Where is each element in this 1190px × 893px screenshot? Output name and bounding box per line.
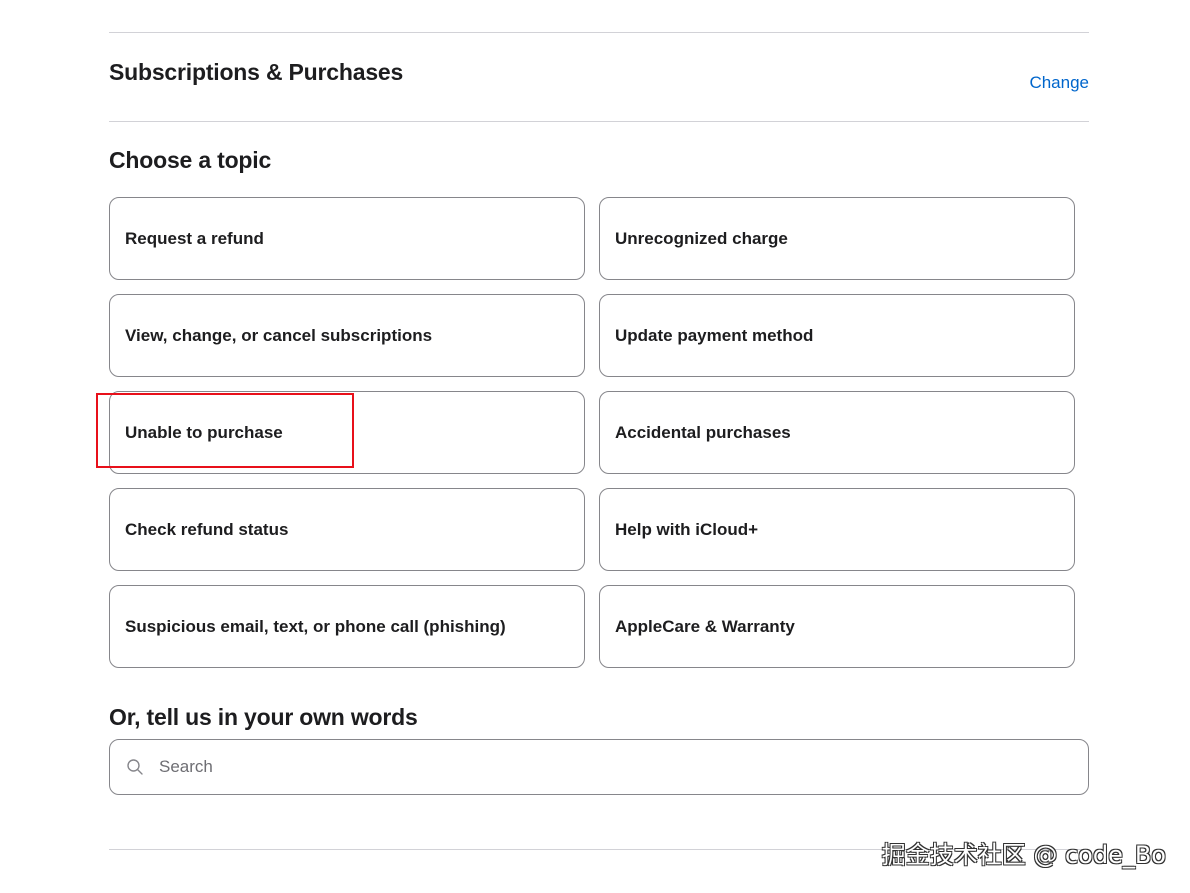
top-divider: [109, 32, 1089, 33]
topic-phishing[interactable]: Suspicious email, text, or phone call (p…: [109, 585, 585, 668]
topic-unable-to-purchase[interactable]: Unable to purchase: [109, 391, 585, 474]
topic-applecare-warranty[interactable]: AppleCare & Warranty: [599, 585, 1075, 668]
topic-request-refund[interactable]: Request a refund: [109, 197, 585, 280]
own-words-title: Or, tell us in your own words: [109, 704, 418, 730]
search-input[interactable]: [159, 757, 1039, 777]
topic-accidental-purchases[interactable]: Accidental purchases: [599, 391, 1075, 474]
section-title-subscriptions: Subscriptions & Purchases: [109, 59, 404, 85]
search-field[interactable]: [109, 739, 1089, 795]
choose-topic-title: Choose a topic: [109, 147, 272, 173]
topic-grid: Request a refund Unrecognized charge Vie…: [109, 197, 1075, 668]
change-link[interactable]: Change: [1029, 72, 1089, 94]
header-divider: [109, 121, 1089, 122]
topic-check-refund-status[interactable]: Check refund status: [109, 488, 585, 571]
topic-icloud-help[interactable]: Help with iCloud+: [599, 488, 1075, 571]
topic-update-payment[interactable]: Update payment method: [599, 294, 1075, 377]
topic-manage-subscriptions[interactable]: View, change, or cancel subscriptions: [109, 294, 585, 377]
watermark-text: 掘金技术社区 @ code_Bo: [881, 841, 1166, 869]
search-icon: [126, 758, 144, 776]
topic-unrecognized-charge[interactable]: Unrecognized charge: [599, 197, 1075, 280]
